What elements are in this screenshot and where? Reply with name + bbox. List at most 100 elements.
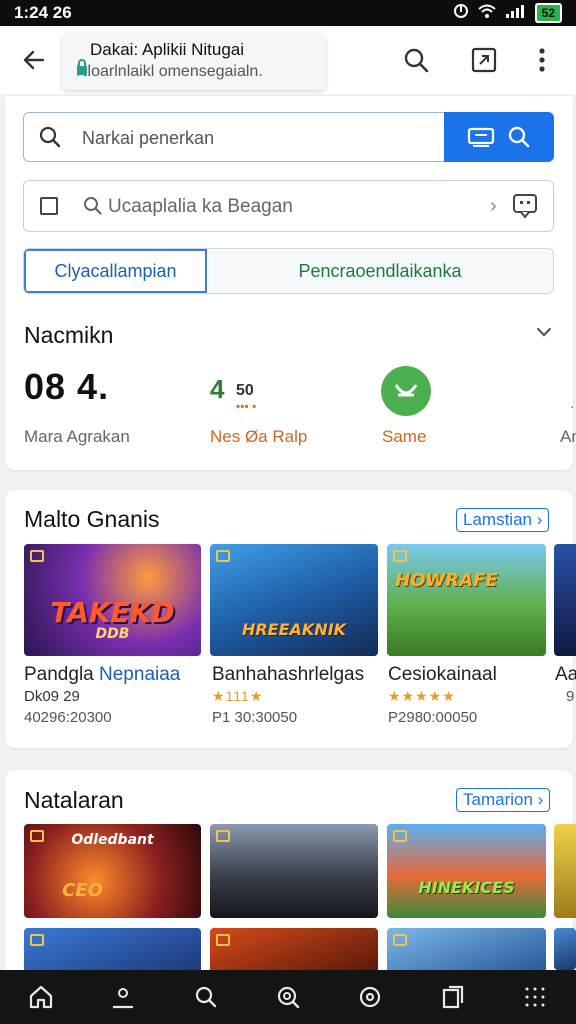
address-bar[interactable]: Dakai: Aplikii Nitugai Nloarlnlaikl omen… — [62, 32, 326, 90]
game-title-1[interactable]: Pandgla Nepnaiaa — [24, 664, 180, 686]
new-more-label: Tamarion — [463, 790, 533, 809]
nav-home[interactable] — [21, 977, 61, 1017]
new-thumbnail-6[interactable] — [210, 928, 378, 970]
badge-icon — [393, 934, 407, 946]
rating-small-value: 50 — [236, 382, 254, 399]
explore-icon — [360, 986, 381, 1008]
game-thumbnail-1[interactable]: TAKEKD DDB — [24, 544, 201, 656]
new-thumbnail-2[interactable] — [210, 824, 378, 918]
tab-switch-icon — [471, 47, 497, 73]
badge-icon — [30, 934, 44, 946]
chat-icon[interactable] — [512, 193, 538, 224]
rating-dots-icon: ▪▪▪ ▪ — [236, 399, 257, 413]
segment-left[interactable]: Clyacallampian — [24, 249, 207, 293]
overflow-menu-button[interactable] — [522, 40, 562, 80]
stat-big-value: 08 4. — [24, 366, 110, 407]
search-button[interactable] — [396, 40, 436, 80]
back-button[interactable] — [14, 40, 54, 80]
game-thumbnail-2[interactable]: HREEAKNIK — [210, 544, 378, 656]
ticket-icon — [467, 127, 495, 147]
badge-icon — [216, 934, 230, 946]
game-stars-2: ★111★ — [212, 688, 264, 704]
badge-icon — [393, 550, 407, 562]
game-logo: HOWRAFE — [395, 570, 498, 591]
chevron-right-icon: › — [490, 195, 497, 217]
search-icon — [82, 195, 104, 222]
more-vert-icon — [539, 48, 545, 72]
same-label: Same — [382, 427, 427, 446]
game-title-2[interactable]: Banhahashrlelgas — [212, 664, 364, 686]
stats-section-title: Nacmikn — [24, 322, 114, 348]
checkbox-icon — [40, 197, 58, 215]
nav-discover[interactable] — [268, 977, 308, 1017]
search-icon — [38, 125, 62, 154]
game-stars-3: ★★★★★ — [388, 688, 456, 704]
game-art — [210, 824, 378, 918]
game-logo: HREEAKNIK — [241, 620, 347, 639]
rating-label: Nes Øa Ralp — [210, 427, 308, 446]
search-submit-button[interactable] — [444, 112, 554, 162]
game-thumbnail-4[interactable] — [554, 544, 576, 656]
arrow-left-icon — [23, 50, 45, 70]
nav-apps[interactable] — [515, 977, 555, 1017]
game-art — [554, 928, 576, 970]
segment-right[interactable]: Pencraoendlaikanka — [207, 249, 553, 293]
game-art — [554, 544, 576, 656]
game-logo-sub: DDB — [95, 626, 130, 642]
search-input[interactable]: Narkai penerkan — [23, 112, 554, 162]
new-thumbnail-7[interactable] — [387, 928, 546, 970]
game-logo: TAKEKD — [50, 596, 175, 629]
same-button[interactable] — [381, 366, 431, 416]
nav-explore[interactable] — [350, 977, 390, 1017]
new-more-link[interactable]: Tamarion › — [456, 788, 551, 812]
sync-icon — [453, 3, 469, 24]
game-title-3[interactable]: Cesiokainaal — [388, 664, 497, 686]
new-thumbnail-8[interactable] — [554, 928, 576, 970]
browser-toolbar: Dakai: Aplikii Nitugai Nloarlnlaikl omen… — [0, 26, 576, 94]
search-placeholder: Narkai penerkan — [82, 128, 215, 148]
app-search-field[interactable]: Ucaaplalia ka Beagan › — [23, 180, 554, 232]
new-thumbnail-5[interactable] — [24, 928, 201, 970]
game-art — [387, 824, 546, 918]
lock-icon — [76, 58, 88, 81]
app-search-placeholder: Ucaaplalia ka Beagan — [108, 196, 293, 217]
game-art — [387, 928, 546, 970]
search-icon — [508, 126, 530, 148]
edge-label: An — [560, 427, 576, 446]
wifi-icon — [477, 3, 497, 24]
stat-big-label: Mara Agrakan — [24, 427, 130, 446]
grid-icon — [525, 987, 545, 1007]
search-icon — [195, 986, 216, 1008]
status-bar: 1:24 26 52 — [0, 0, 576, 26]
game-logo-sub: CEO — [62, 880, 103, 901]
new-thumbnail-3[interactable]: HINEKICES — [387, 824, 546, 918]
game-title-1-accent: Nepnaiaa — [99, 664, 181, 685]
status-icons: 52 — [453, 3, 562, 24]
chevron-down-icon[interactable] — [534, 322, 554, 347]
segmented-control: Clyacallampian Pencraoendlaikanka — [23, 248, 554, 294]
game-thumbnail-3[interactable]: HOWRAFE — [387, 544, 546, 656]
new-thumbnail-1[interactable]: Odledbant CEO — [24, 824, 201, 918]
game-meta-4: 9 — [566, 688, 575, 705]
game-title-4[interactable]: Aa — [555, 664, 576, 686]
smile-icon — [394, 384, 418, 397]
nav-profile[interactable] — [103, 977, 143, 1017]
game-art — [24, 928, 201, 970]
nav-library[interactable] — [433, 977, 473, 1017]
badge-icon — [216, 550, 230, 562]
new-thumbnail-4[interactable] — [554, 824, 576, 918]
game-art — [387, 544, 546, 656]
nav-search[interactable] — [186, 977, 226, 1017]
game-art — [210, 544, 378, 656]
page-title: Dakai: Aplikii Nitugai — [90, 40, 245, 59]
signal-icon — [505, 3, 527, 24]
tabs-button[interactable] — [464, 40, 504, 80]
games-more-link[interactable]: Lamstian › — [456, 508, 550, 532]
badge-icon — [30, 550, 44, 562]
game-meta-1: 40296:20300 — [24, 709, 112, 726]
search-icon — [404, 48, 429, 73]
games-more-label: Lamstian — [463, 510, 532, 529]
game-art — [210, 928, 378, 970]
page-url: Nloarlnlaikl omensegaialn. — [76, 63, 263, 80]
badge-icon — [216, 830, 230, 842]
